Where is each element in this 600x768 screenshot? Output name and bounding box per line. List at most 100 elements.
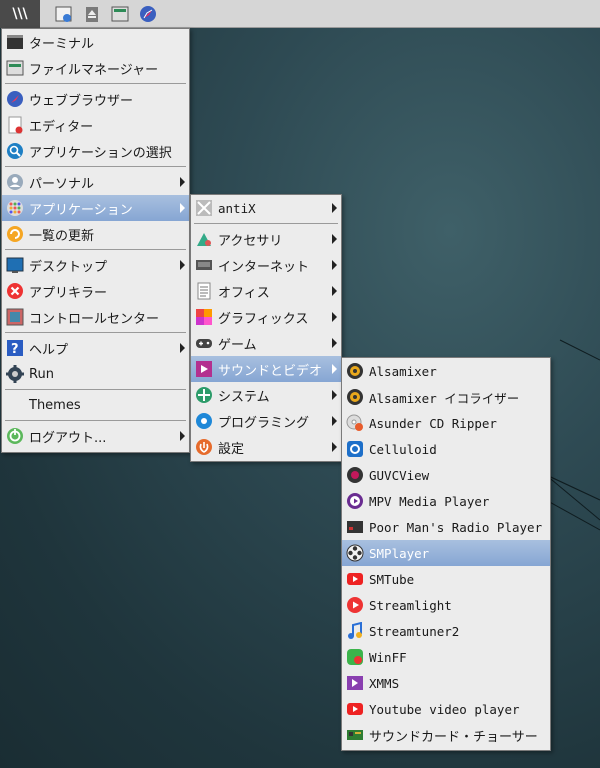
separator (5, 389, 186, 390)
menu-item-alsamixer-equalizer[interactable]: Alsamixer イコライザー (342, 384, 550, 410)
menu-item-desktop[interactable]: デスクトップ (2, 252, 189, 278)
taskbar-web-browser-icon[interactable] (134, 0, 162, 28)
menu-item-applications[interactable]: アプリケーション (2, 195, 189, 221)
menu-button-label: \\\ (12, 5, 28, 22)
control-center-icon (6, 308, 24, 326)
submenu-arrow-icon (180, 343, 185, 353)
graphics-icon (195, 308, 213, 326)
main-menu: ターミナル ファイルマネージャー ウェブブラウザー エディター アプリケーション… (1, 28, 190, 453)
desktop-icon (6, 256, 24, 274)
streamlight-icon (346, 596, 364, 614)
alsamixer-eq-icon (346, 388, 364, 406)
menu-item-asunder[interactable]: Asunder CD Ripper (342, 410, 550, 436)
menu-item-sound-video[interactable]: サウンドとビデオ (191, 356, 341, 382)
menu-item-smtube[interactable]: SMTube (342, 566, 550, 592)
internet-icon (195, 256, 213, 274)
separator (5, 332, 186, 333)
submenu-arrow-icon (332, 234, 337, 244)
refresh-icon (6, 225, 24, 243)
menu-item-streamlight[interactable]: Streamlight (342, 592, 550, 618)
separator (5, 420, 186, 421)
menu-button[interactable]: \\\ (0, 0, 40, 28)
submenu-arrow-icon (332, 416, 337, 426)
menu-item-mpv[interactable]: MPV Media Player (342, 488, 550, 514)
menu-item-youtube-player[interactable]: Youtube video player (342, 696, 550, 722)
applications-icon (6, 199, 24, 217)
menu-item-system[interactable]: システム (191, 382, 341, 408)
celluloid-icon (346, 440, 364, 458)
separator (5, 249, 186, 250)
separator (5, 83, 186, 84)
programming-icon (195, 412, 213, 430)
file-manager-icon (6, 59, 24, 77)
menu-item-control-center[interactable]: コントロールセンター (2, 304, 189, 330)
menu-item-smplayer[interactable]: SMPlayer (342, 540, 550, 566)
submenu-arrow-icon (332, 390, 337, 400)
taskbar: \\\ (0, 0, 600, 28)
menu-item-run[interactable]: Run (2, 361, 189, 387)
menu-item-office[interactable]: オフィス (191, 278, 341, 304)
mpv-icon (346, 492, 364, 510)
system-icon (195, 386, 213, 404)
menu-item-programming[interactable]: プログラミング (191, 408, 341, 434)
menu-item-app-select[interactable]: アプリケーションの選択 (2, 138, 189, 164)
menu-item-accessories[interactable]: アクセサリ (191, 226, 341, 252)
menu-item-winff[interactable]: WinFF (342, 644, 550, 670)
radio-icon (346, 518, 364, 536)
menu-item-guvcview[interactable]: GUVCView (342, 462, 550, 488)
run-icon (6, 365, 24, 383)
cd-ripper-icon (346, 414, 364, 432)
menu-item-personal[interactable]: パーソナル (2, 169, 189, 195)
menu-item-xmms[interactable]: XMMS (342, 670, 550, 696)
games-icon (195, 334, 213, 352)
menu-item-antix[interactable]: antiX (191, 195, 341, 221)
smplayer-icon (346, 544, 364, 562)
eject-icon[interactable] (78, 0, 106, 28)
menu-item-internet[interactable]: インターネット (191, 252, 341, 278)
separator (194, 223, 338, 224)
menu-item-app-killer[interactable]: アプリキラー (2, 278, 189, 304)
menu-item-games[interactable]: ゲーム (191, 330, 341, 356)
menu-item-help[interactable]: ? ヘルプ (2, 335, 189, 361)
personal-icon (6, 173, 24, 191)
help-icon: ? (6, 339, 24, 357)
folder-icon[interactable] (106, 0, 134, 28)
separator (5, 166, 186, 167)
menu-item-logout[interactable]: ログアウト... (2, 423, 189, 449)
submenu-arrow-icon (332, 338, 337, 348)
submenu-arrow-icon (332, 260, 337, 270)
menu-item-alsamixer[interactable]: Alsamixer (342, 358, 550, 384)
webcam-icon (346, 466, 364, 484)
submenu-arrow-icon (332, 286, 337, 296)
submenu-arrow-icon (180, 203, 185, 213)
menu-item-file-manager[interactable]: ファイルマネージャー (2, 55, 189, 81)
music-note-icon (346, 622, 364, 640)
menu-item-graphics[interactable]: グラフィックス (191, 304, 341, 330)
logout-icon (6, 427, 24, 445)
menu-item-web-browser[interactable]: ウェブブラウザー (2, 86, 189, 112)
menu-item-sound-card-chooser[interactable]: サウンドカード・チョーサー (342, 722, 550, 748)
submenu-arrow-icon (180, 177, 185, 187)
submenu-arrow-icon (332, 203, 337, 213)
app-killer-icon (6, 282, 24, 300)
menu-item-terminal[interactable]: ターミナル (2, 29, 189, 55)
sound-card-icon (346, 726, 364, 744)
submenu-arrow-icon (332, 312, 337, 322)
menu-item-refresh[interactable]: 一覧の更新 (2, 221, 189, 247)
menu-item-poor-mans-radio[interactable]: Poor Man's Radio Player (342, 514, 550, 540)
menu-item-editor[interactable]: エディター (2, 112, 189, 138)
antix-icon (195, 199, 213, 217)
menu-item-streamtuner2[interactable]: Streamtuner2 (342, 618, 550, 644)
sound-video-icon (195, 360, 213, 378)
svg-text:?: ? (11, 342, 19, 357)
alsamixer-icon (346, 362, 364, 380)
submenu-arrow-icon (180, 260, 185, 270)
menu-item-themes[interactable]: Themes (2, 392, 189, 418)
winff-icon (346, 648, 364, 666)
sound-video-submenu: Alsamixer Alsamixer イコライザー Asunder CD Ri… (341, 357, 551, 751)
taskbar-file-manager-icon[interactable] (50, 0, 78, 28)
editor-icon (6, 116, 24, 134)
menu-item-settings[interactable]: 設定 (191, 434, 341, 460)
submenu-arrow-icon (180, 431, 185, 441)
menu-item-celluloid[interactable]: Celluloid (342, 436, 550, 462)
